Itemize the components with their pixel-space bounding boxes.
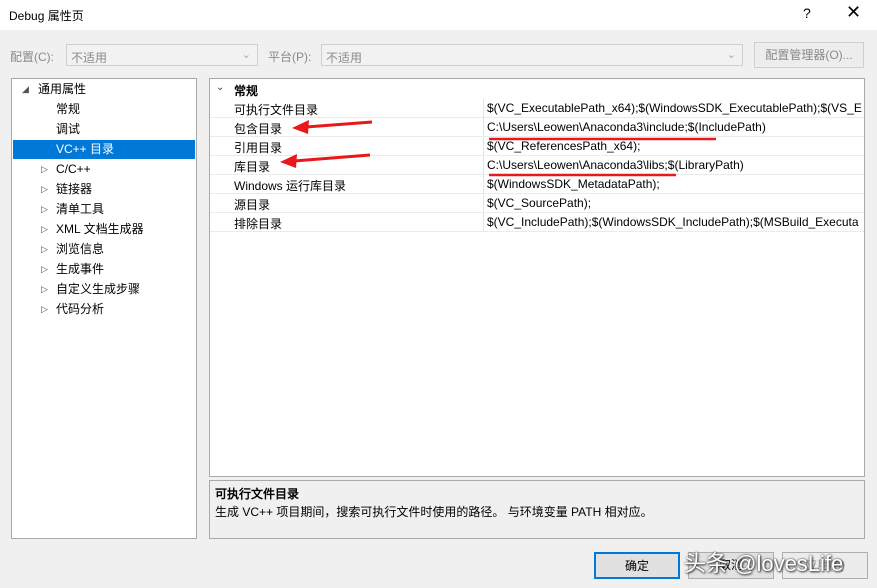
watermark-text: 头条 @lovesLife (684, 551, 844, 576)
description-title: 可执行文件目录 (215, 487, 300, 501)
library-arrow-icon (280, 153, 371, 168)
description-panel: 可执行文件目录 生成 VC++ 项目期间，搜索可执行文件时使用的路径。 与环境变… (209, 480, 865, 539)
description-text: 生成 VC++ 项目期间，搜索可执行文件时使用的路径。 与环境变量 PATH 相… (215, 505, 653, 519)
include-arrow-icon (292, 120, 373, 134)
ok-button[interactable]: 确定 (594, 552, 680, 579)
watermark: 头条 @lovesLife (680, 542, 876, 582)
